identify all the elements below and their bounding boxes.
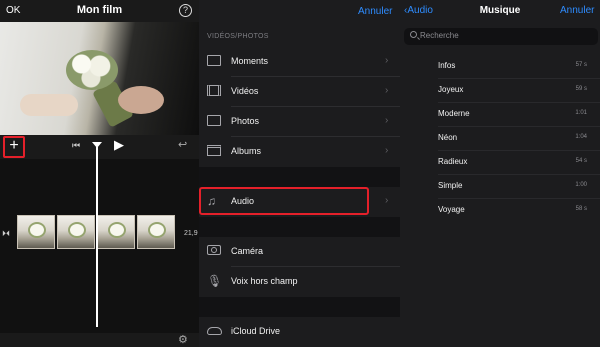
preview-arm-shape (20, 94, 78, 116)
chevron-right-icon: › (385, 145, 389, 156)
search-icon (410, 31, 417, 38)
movie-editor-panel: OK Mon film ? + ⏮ ▶ ↩ ⏵⏴ 21,9 ⚙ (0, 0, 199, 347)
undo-icon[interactable]: ↩ (178, 138, 187, 151)
song-name: Radieux (438, 157, 468, 166)
timeline-clip[interactable] (137, 215, 175, 249)
section-gap (199, 297, 400, 317)
timeline-clip[interactable] (97, 215, 135, 249)
menu-item-label: Caméra (231, 246, 264, 256)
preview-hand-shape (118, 86, 164, 114)
song-name: Infos (438, 61, 456, 70)
song-name: Simple (438, 181, 463, 190)
song-name: Moderne (438, 109, 470, 118)
song-duration: 59 s (575, 86, 587, 92)
menu-item-label: Vidéos (231, 86, 259, 96)
song-duration: 57 s (575, 62, 587, 68)
menu-item-label: Voix hors champ (231, 276, 298, 286)
album-icon (207, 145, 221, 157)
editor-bottom-bar (0, 333, 199, 347)
cancel-button[interactable]: Annuler (358, 6, 392, 17)
film-icon (207, 85, 221, 97)
song-item[interactable]: Radieux 54 s (400, 151, 600, 175)
chevron-right-icon: › (385, 115, 389, 126)
timeline-clip[interactable] (57, 215, 95, 249)
song-duration: 1:00 (575, 182, 587, 188)
moments-icon (207, 55, 221, 67)
section-gap (199, 167, 400, 187)
help-icon[interactable]: ? (179, 4, 192, 17)
song-item[interactable]: Joyeux 59 s (400, 79, 600, 103)
menu-item-label: Moments (231, 56, 269, 66)
menu-item-voiceover[interactable]: 🎙 Voix hors champ (199, 267, 400, 297)
menu-item-label: Albums (231, 146, 262, 156)
timeline-clip[interactable] (17, 215, 55, 249)
song-item[interactable]: Néon 1:04 (400, 127, 600, 151)
menu-item-icloud-drive[interactable]: iCloud Drive (199, 317, 400, 347)
song-duration: 1:04 (575, 134, 587, 140)
preview-bouquet-shape (66, 50, 118, 90)
menu-item-moments[interactable]: Moments › (199, 47, 400, 77)
editor-top-bar: OK Mon film ? (0, 0, 199, 22)
search-input[interactable]: Recherche (404, 28, 598, 45)
menu-item-label: iCloud Drive (231, 326, 281, 336)
chevron-right-icon: › (385, 55, 389, 66)
skip-to-start-icon[interactable]: ⏮ (72, 140, 80, 151)
music-panel: ‹Audio Musique Annuler Recherche Infos 5… (400, 0, 600, 347)
video-preview (0, 22, 199, 135)
menu-item-label: Photos (231, 116, 260, 126)
song-duration: 58 s (575, 206, 587, 212)
menu-item-camera[interactable]: Caméra (199, 237, 400, 267)
song-duration: 54 s (575, 158, 587, 164)
track-handle-icon[interactable]: ⏵⏴ (2, 229, 10, 239)
clip-duration: 21,9 (184, 230, 198, 237)
audio-highlight-box (199, 187, 369, 215)
microphone-icon: 🎙 (207, 274, 223, 288)
song-name: Voyage (438, 205, 465, 214)
menu-item-videos[interactable]: Vidéos › (199, 77, 400, 107)
section-gap (199, 217, 400, 237)
song-item[interactable]: Moderne 1:01 (400, 103, 600, 127)
import-menu-panel: Annuler VIDÉOS/PHOTOS Moments › Vidéos ›… (199, 0, 400, 347)
camera-icon (207, 245, 221, 257)
song-name: Joyeux (438, 85, 464, 94)
photo-icon (207, 115, 221, 127)
chevron-right-icon: › (385, 85, 389, 96)
menu-item-albums[interactable]: Albums › (199, 137, 400, 167)
song-item[interactable]: Infos 57 s (400, 55, 600, 79)
chevron-right-icon: › (385, 195, 389, 206)
playhead[interactable] (96, 147, 98, 327)
cancel-button[interactable]: Annuler (560, 5, 594, 16)
settings-gear-icon[interactable]: ⚙ (178, 333, 188, 346)
song-item[interactable]: Voyage 58 s (400, 199, 600, 223)
play-icon[interactable]: ▶ (114, 137, 124, 153)
song-duration: 1:01 (575, 110, 587, 116)
search-placeholder: Recherche (420, 31, 459, 40)
song-name: Néon (438, 133, 458, 142)
project-title: Mon film (76, 4, 123, 16)
section-header: VIDÉOS/PHOTOS (207, 33, 269, 40)
song-item[interactable]: Simple 1:00 (400, 175, 600, 199)
menu-item-photos[interactable]: Photos › (199, 107, 400, 137)
add-media-button[interactable]: + (3, 136, 25, 158)
cloud-icon (207, 325, 222, 337)
